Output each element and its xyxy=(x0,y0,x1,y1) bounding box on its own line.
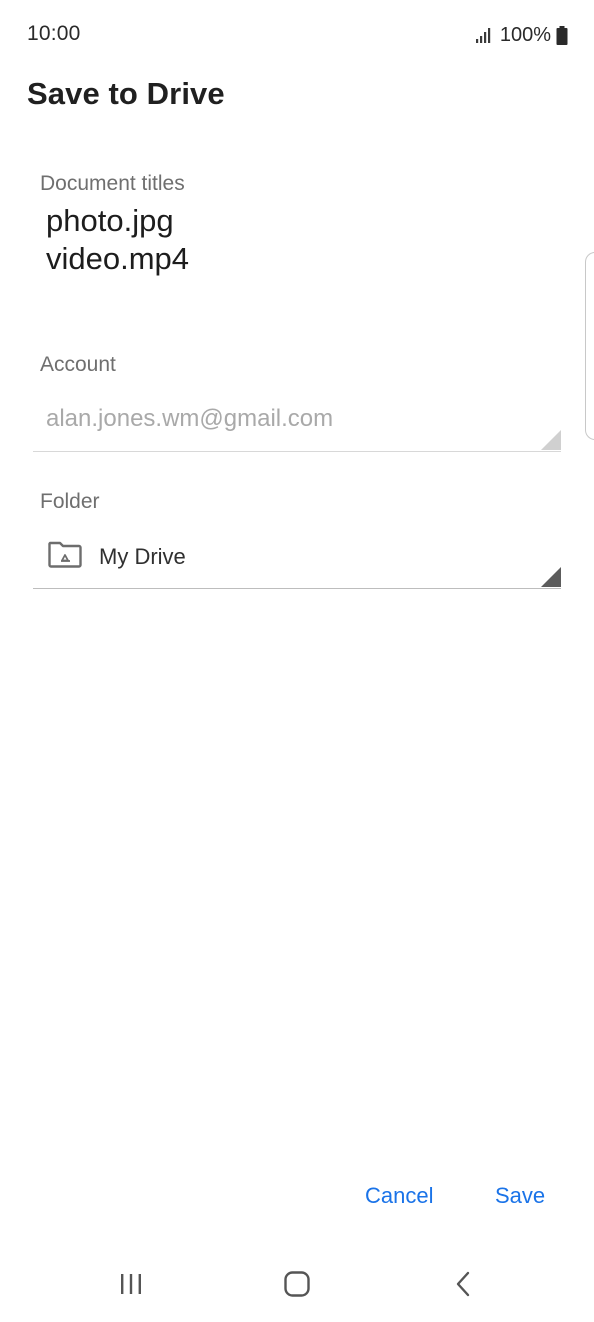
folder-value: My Drive xyxy=(99,544,186,569)
recents-icon xyxy=(121,1274,141,1294)
dropdown-corner-icon xyxy=(541,430,561,450)
home-icon xyxy=(284,1271,310,1297)
edge-panel-handle[interactable] xyxy=(585,252,594,440)
back-icon xyxy=(456,1271,470,1297)
save-button[interactable]: Save xyxy=(495,1176,551,1216)
cancel-button[interactable]: Cancel xyxy=(365,1176,445,1216)
account-value: alan.jones.wm@gmail.com xyxy=(46,405,334,432)
battery-icon xyxy=(556,25,568,45)
folder-dropdown[interactable]: My Drive xyxy=(33,526,561,589)
status-time: 10:00 xyxy=(27,22,81,45)
status-indicators: 100% xyxy=(475,22,568,48)
back-button[interactable] xyxy=(433,1264,493,1304)
folder-label: Folder xyxy=(40,490,100,513)
account-label: Account xyxy=(40,353,116,376)
navigation-bar xyxy=(0,1248,594,1322)
dropdown-corner-icon xyxy=(541,567,561,587)
document-title-item: video.mp4 xyxy=(46,241,190,276)
home-button[interactable] xyxy=(267,1264,327,1304)
drive-folder-icon xyxy=(48,541,82,568)
document-title-item: photo.jpg xyxy=(46,203,174,238)
recents-button[interactable] xyxy=(101,1264,161,1304)
signal-icon xyxy=(475,28,491,43)
page-title: Save to Drive xyxy=(27,76,225,111)
document-titles-label: Document titles xyxy=(40,172,185,195)
account-dropdown[interactable]: alan.jones.wm@gmail.com xyxy=(33,392,561,452)
document-titles-list: photo.jpg video.mp4 xyxy=(46,202,189,278)
battery-level: 100% xyxy=(499,23,551,46)
status-bar: 10:00 100% xyxy=(0,0,594,70)
save-to-drive-screen: 10:00 100% Save to Drive Document titles… xyxy=(0,0,594,1322)
